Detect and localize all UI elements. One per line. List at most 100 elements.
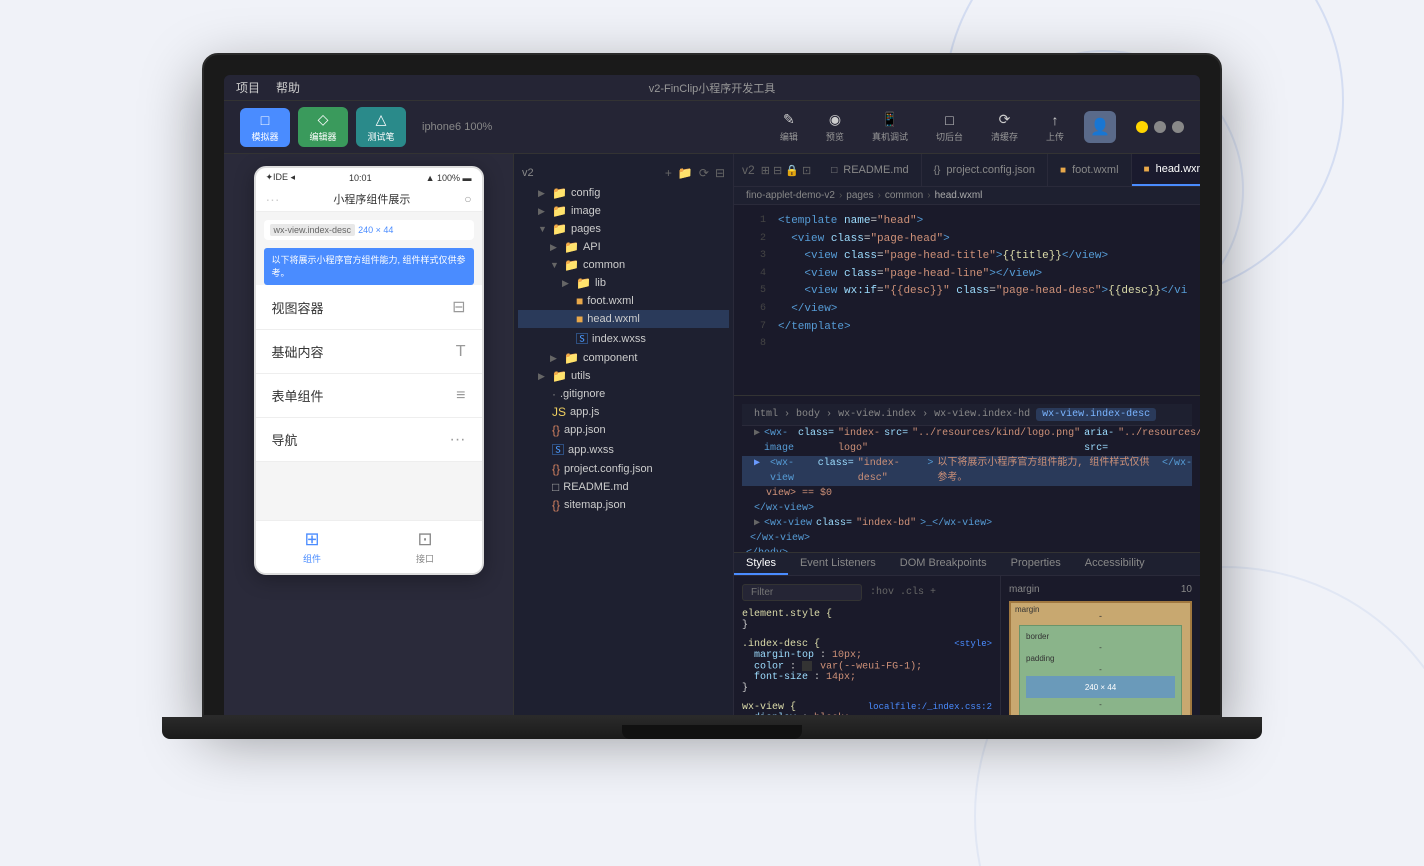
border-val: - <box>1026 643 1175 652</box>
devtools-bc-html[interactable]: html <box>754 409 778 420</box>
toolbar-action-background[interactable]: □ 切后台 <box>928 110 971 145</box>
dom-wx-view-outer-end: </wx-view> <box>750 531 810 546</box>
breadcrumb-part-1: pages <box>846 190 873 201</box>
dom-attr-aria: aria-src= <box>1084 426 1114 456</box>
tab-head-wxml[interactable]: ■ head.wxml ✕ <box>1132 154 1200 186</box>
phone-tab-component[interactable]: ⊞ 组件 <box>303 529 321 565</box>
color-swatch <box>802 661 812 671</box>
foot-wxml-tab-label: foot.wxml <box>1072 164 1118 176</box>
phone-menu-item-3[interactable]: 导航 ··· <box>256 418 482 462</box>
tree-item-head-wxml[interactable]: ■ head.wxml <box>518 310 729 328</box>
devtools-tab-properties[interactable]: Properties <box>999 553 1073 575</box>
devtools-tab-dom-breakpoints[interactable]: DOM Breakpoints <box>888 553 999 575</box>
style-source-1[interactable]: localfile:/_index.css:2 <box>868 702 992 712</box>
style-prop-color: color <box>754 661 784 672</box>
refresh-icon[interactable]: ⟳ <box>699 166 709 180</box>
styles-pseudo-buttons[interactable]: :hov .cls + <box>870 587 936 598</box>
code-editor[interactable]: 1 <template name="head"> 2 <view class="… <box>734 205 1200 395</box>
devtools-bc-wxview-index[interactable]: wx-view.index <box>838 409 916 420</box>
phone-menu-item-2[interactable]: 表单组件 ≡ <box>256 374 482 418</box>
breadcrumb-sep-2: › <box>927 190 930 201</box>
devtools-tab-accessibility[interactable]: Accessibility <box>1073 553 1157 575</box>
code-line-7: 7 </template> <box>734 319 1200 337</box>
project-config-tab-icon: {} <box>934 165 941 176</box>
tab-prefix-icons: ⊞ ⊟ 🔒 ⊡ <box>761 164 812 177</box>
tab-foot-wxml[interactable]: ■ foot.wxml <box>1048 154 1132 186</box>
dom-line-1: ▶ <wx-image class="index-logo" src="../r… <box>742 426 1192 456</box>
tree-item-app-json[interactable]: {} app.json <box>518 421 729 439</box>
code-content-3: <view class="page-head-title">{{title}}<… <box>778 248 1108 266</box>
tab-readme[interactable]: □ README.md <box>819 154 921 186</box>
tab-project-config[interactable]: {} project.config.json <box>922 154 1048 186</box>
tree-item-gitignore[interactable]: · .gitignore <box>518 385 729 403</box>
new-folder-icon[interactable]: 📁 <box>678 166 693 180</box>
tree-item-common[interactable]: ▼ 📁 common <box>518 256 729 274</box>
phone-menu-item-0[interactable]: 视图容器 ⊟ <box>256 285 482 330</box>
devtools-bc-wxview-indexhd[interactable]: wx-view.index-hd <box>934 409 1030 420</box>
tree-item-component[interactable]: ▶ 📁 component <box>518 349 729 367</box>
tree-item-foot-wxml[interactable]: ■ foot.wxml <box>518 292 729 310</box>
code-line-2: 2 <view class="page-head"> <box>734 231 1200 249</box>
phone-menu-icon-2: ≡ <box>456 387 465 405</box>
expand-arrow: ▶ <box>538 188 548 199</box>
tree-item-label: sitemap.json <box>564 499 626 511</box>
breadcrumb-part-0: fino-applet-demo-v2 <box>746 190 835 201</box>
style-source-0[interactable]: <style> <box>954 639 992 649</box>
toolbar-action-clear-cache[interactable]: ⟳ 清缓存 <box>983 109 1026 145</box>
gitignore-file-icon: · <box>552 387 556 401</box>
dom-arrow-bd[interactable]: ▶ <box>754 516 760 531</box>
style-block-wx-view: wx-view { localfile:/_index.css:2 displa… <box>742 702 992 715</box>
tree-item-index-wxss[interactable]: 🅂 index.wxss <box>518 328 729 349</box>
new-file-icon[interactable]: + <box>665 166 672 180</box>
upload-label: 上传 <box>1046 130 1064 143</box>
component-tab-icon: ⊞ <box>304 529 319 550</box>
tree-item-app-wxss[interactable]: 🅂 app.wxss <box>518 439 729 460</box>
folder-icon: 📁 <box>552 186 567 200</box>
interface-tab-label: 接口 <box>416 552 434 565</box>
preview-panel: ✦IDE ◂ 10:01 ▲ 100% ▬ ··· 小程序组件展示 ○ <box>224 154 514 715</box>
tree-item-project-config[interactable]: {} project.config.json <box>518 460 729 478</box>
toolbar-action-preview[interactable]: ◉ 预览 <box>818 109 852 145</box>
styles-filter-input[interactable] <box>742 584 862 601</box>
tab-bar: v2 ⊞ ⊟ 🔒 ⊡ □ README.md {} project.config… <box>734 154 1200 187</box>
dom-wx-view-end: </wx-view> <box>754 501 814 516</box>
simulator-icon: □ <box>261 112 269 128</box>
toolbar-action-edit[interactable]: ✎ 编辑 <box>772 109 806 145</box>
dom-expand-arrow[interactable]: ▶ <box>754 426 760 456</box>
dom-line-5: ▶ <wx-view class="index-bd" >_</wx-view> <box>742 516 1192 531</box>
toolbar-btn-editor[interactable]: ◇ 编辑器 <box>298 107 348 147</box>
devtools-bc-active[interactable]: wx-view.index-desc <box>1036 408 1156 421</box>
phone-menu-item-1[interactable]: 基础内容 T <box>256 330 482 374</box>
collapse-icon[interactable]: ⊟ <box>715 166 725 180</box>
maximize-button[interactable] <box>1154 121 1166 133</box>
tree-item-utils[interactable]: ▶ 📁 utils <box>518 367 729 385</box>
clear-cache-label: 清缓存 <box>991 130 1018 143</box>
phone-tab-interface[interactable]: ⊡ 接口 <box>416 529 434 565</box>
phone-menu-icon-1: T <box>456 343 466 361</box>
close-button[interactable] <box>1172 121 1184 133</box>
tree-item-image[interactable]: ▶ 📁 image <box>518 202 729 220</box>
file-tree-root: v2 <box>522 167 534 179</box>
upload-icon: ↑ <box>1051 112 1058 128</box>
tree-item-sitemap[interactable]: {} sitemap.json <box>518 496 729 514</box>
toolbar-action-upload[interactable]: ↑ 上传 <box>1038 110 1072 145</box>
devtools-tab-styles[interactable]: Styles <box>734 553 788 575</box>
devtools-bc-body[interactable]: body <box>796 409 820 420</box>
tree-item-app-js[interactable]: JS app.js <box>518 403 729 421</box>
devtools-tab-event-listeners[interactable]: Event Listeners <box>788 553 888 575</box>
toolbar-action-device-debug[interactable]: 📱 真机调试 <box>864 109 916 145</box>
tree-item-label: .gitignore <box>560 388 605 400</box>
menu-item-help[interactable]: 帮助 <box>276 79 300 96</box>
wxss-file-icon: 🅂 <box>576 330 588 347</box>
menu-item-project[interactable]: 项目 <box>236 79 260 96</box>
user-avatar[interactable]: 👤 <box>1084 111 1116 143</box>
tree-item-readme[interactable]: □ README.md <box>518 478 729 496</box>
tree-item-lib[interactable]: ▶ 📁 lib <box>518 274 729 292</box>
toolbar-btn-simulator[interactable]: □ 模拟器 <box>240 108 290 147</box>
toolbar-btn-test[interactable]: △ 测试笔 <box>356 107 406 147</box>
tree-item-config[interactable]: ▶ 📁 config <box>518 184 729 202</box>
tree-item-api[interactable]: ▶ 📁 API <box>518 238 729 256</box>
tree-item-pages[interactable]: ▼ 📁 pages <box>518 220 729 238</box>
readme-tab-icon: □ <box>831 165 837 176</box>
minimize-button[interactable] <box>1136 121 1148 133</box>
